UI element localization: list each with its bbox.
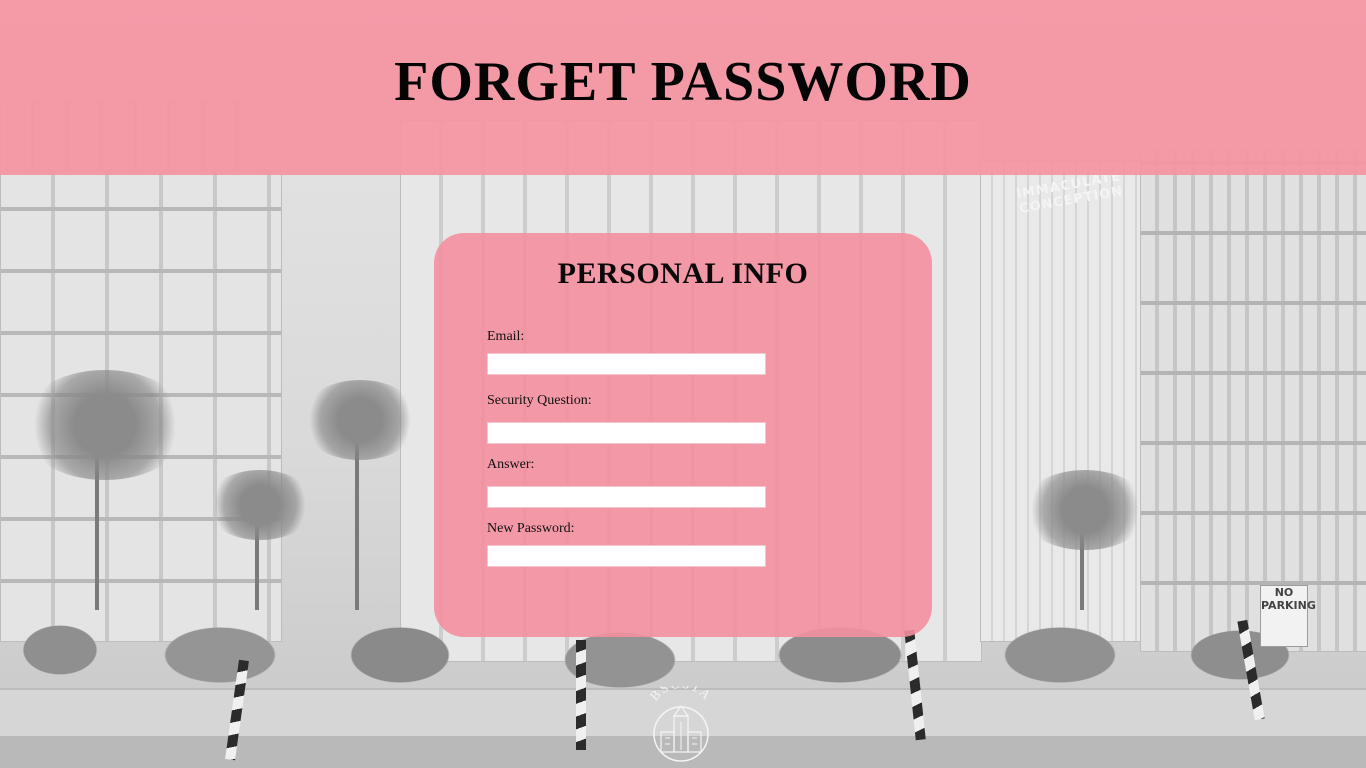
card-title: PERSONAL INFO [557, 257, 809, 290]
security-question-label: Security Question: [487, 393, 592, 408]
email-label: Email: [487, 329, 525, 344]
no-parking-sign: NO PARKING [1260, 585, 1316, 647]
personal-info-card: PERSONAL INFO Email: Security Question: … [434, 233, 932, 637]
bscs1a-logo: BSCS1A [641, 676, 721, 764]
answer-field[interactable] [487, 486, 766, 508]
school-tower-emblem-icon: BSCS1A [647, 676, 716, 762]
svg-text:BSCS1A: BSCS1A [647, 686, 716, 703]
new-password-label: New Password: [487, 521, 575, 536]
email-field[interactable] [487, 353, 766, 375]
palm-tree-leaves [20, 370, 190, 480]
palm-tree-leaves [300, 380, 420, 460]
striped-pole [576, 640, 586, 750]
security-question-field[interactable] [487, 422, 766, 444]
page: IMMACULATE CONCEPTION NO PARKING FORGET … [0, 0, 1366, 768]
header-banner: FORGET PASSWORD [0, 0, 1366, 175]
background-building-right [1140, 150, 1366, 652]
new-password-field[interactable] [487, 545, 766, 567]
page-title: FORGET PASSWORD [394, 51, 972, 113]
palm-tree-leaves [205, 470, 315, 540]
background-building-tower [980, 160, 1152, 642]
palm-tree-leaves [1020, 470, 1150, 550]
answer-label: Answer: [487, 457, 535, 472]
logo-text: BSCS1A [647, 676, 714, 704]
